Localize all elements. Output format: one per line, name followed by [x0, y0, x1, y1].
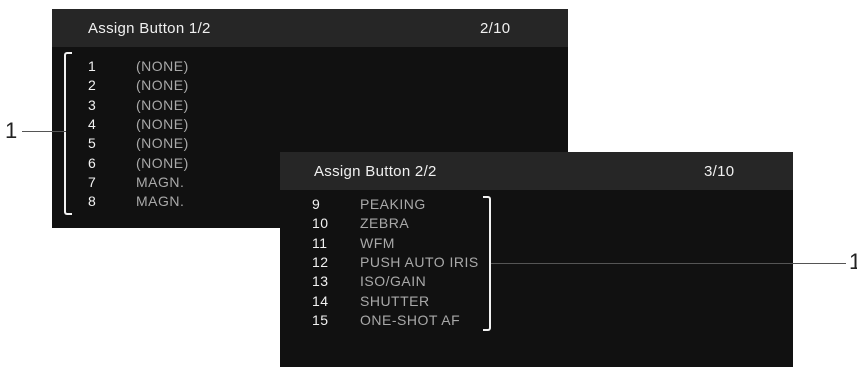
- item-number: 8: [88, 193, 97, 210]
- menu-item-assign-10[interactable]: 10 ZEBRA: [312, 214, 512, 233]
- item-value: ISO/GAIN: [360, 273, 427, 290]
- menu-item-assign-1[interactable]: 1 (NONE): [88, 57, 288, 76]
- item-number: 10: [312, 215, 329, 232]
- item-number: 15: [312, 311, 329, 328]
- item-number: 11: [312, 234, 328, 251]
- item-value: (NONE): [136, 135, 189, 152]
- menu-item-assign-15[interactable]: 15 ONE-SHOT AF: [312, 311, 512, 330]
- left-bracket: [64, 52, 72, 215]
- callout-number-left: 1: [5, 118, 18, 143]
- item-number: 13: [312, 273, 329, 290]
- item-value: (NONE): [136, 154, 189, 171]
- menu-item-assign-11[interactable]: 11 WFM: [312, 234, 512, 253]
- menu-item-assign-3[interactable]: 3 (NONE): [88, 96, 288, 115]
- item-number: 9: [312, 196, 321, 212]
- item-number: 3: [88, 96, 97, 113]
- page-indicator: 2/10: [480, 20, 511, 37]
- menu-item-assign-9[interactable]: 9 PEAKING: [312, 195, 512, 214]
- menu-item-assign-8[interactable]: 8 MAGN.: [88, 192, 288, 211]
- item-value: (NONE): [136, 58, 189, 74]
- menu-item-assign-4[interactable]: 4 (NONE): [88, 115, 288, 134]
- item-number: 4: [88, 115, 97, 132]
- callout-number-right: 1: [849, 249, 857, 274]
- menu-item-assign-7[interactable]: 7 MAGN.: [88, 173, 288, 192]
- item-number: 7: [88, 173, 97, 190]
- item-number: 2: [88, 77, 97, 94]
- item-value: MAGN.: [136, 193, 185, 210]
- item-value: ZEBRA: [360, 215, 410, 232]
- item-number: 12: [312, 253, 329, 270]
- menu-item-assign-12[interactable]: 12 PUSH AUTO IRIS: [312, 253, 512, 272]
- callout-leader-line-left: [22, 131, 66, 132]
- item-number: 1: [88, 58, 97, 74]
- menu-title: Assign Button 2/2: [314, 163, 437, 180]
- menu-title: Assign Button 1/2: [88, 20, 211, 37]
- item-number: 6: [88, 154, 97, 171]
- item-value: (NONE): [136, 96, 189, 113]
- item-value: ONE-SHOT AF: [360, 311, 461, 328]
- item-value: WFM: [360, 234, 395, 251]
- menu-item-assign-2[interactable]: 2 (NONE): [88, 76, 288, 95]
- page-indicator: 3/10: [704, 163, 735, 180]
- item-value: (NONE): [136, 77, 189, 94]
- callout-leader-line-right: [491, 263, 846, 264]
- item-number: 14: [312, 292, 329, 309]
- right-bracket: [483, 196, 491, 331]
- assign-button-screen-2: Assign Button 2/2 3/10 9 PEAKING 10 ZEBR…: [280, 152, 793, 367]
- item-value: MAGN.: [136, 173, 185, 190]
- item-value: (NONE): [136, 115, 189, 132]
- menu-item-assign-13[interactable]: 13 ISO/GAIN: [312, 272, 512, 291]
- item-value: PUSH AUTO IRIS: [360, 253, 479, 270]
- item-number: 5: [88, 135, 97, 152]
- item-value: SHUTTER: [360, 292, 430, 309]
- item-value: PEAKING: [360, 196, 426, 212]
- menu-item-assign-6[interactable]: 6 (NONE): [88, 154, 288, 173]
- menu-item-assign-14[interactable]: 14 SHUTTER: [312, 292, 512, 311]
- menu-header: Assign Button 1/2 2/10: [52, 9, 568, 47]
- menu-header: Assign Button 2/2 3/10: [280, 152, 793, 190]
- menu-item-assign-5[interactable]: 5 (NONE): [88, 134, 288, 153]
